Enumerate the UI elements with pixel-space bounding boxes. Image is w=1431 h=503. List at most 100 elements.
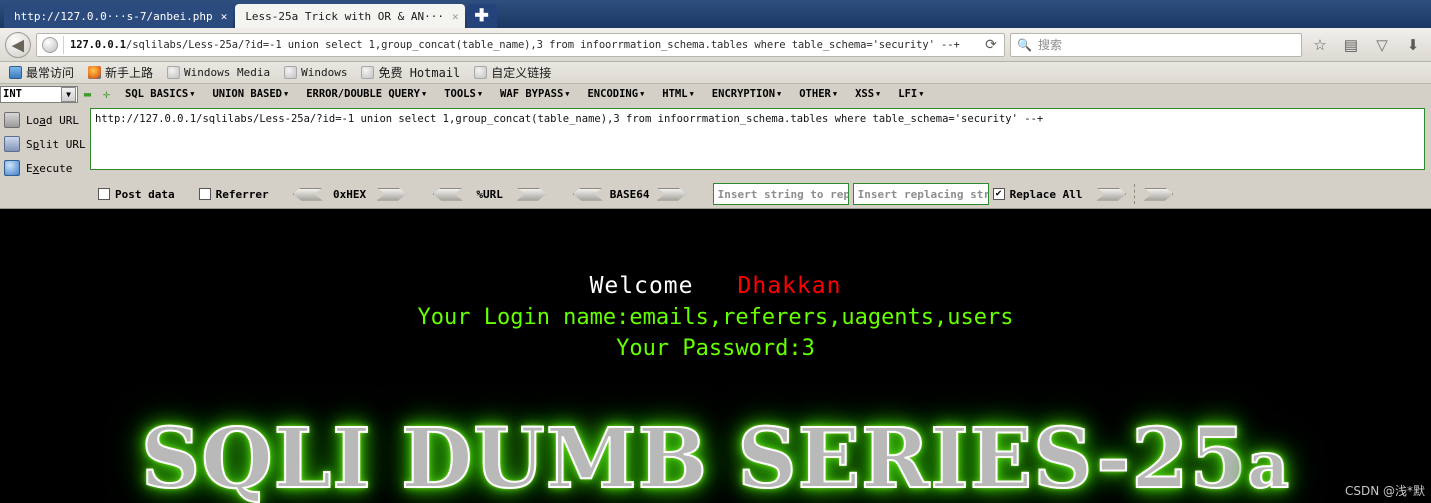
chevron-down-icon: ▼: [565, 90, 570, 98]
url-path: /sqlilabs/Less-25a/?id=-1 union select 1…: [126, 38, 960, 51]
menu-label: WAF BYPASS: [500, 88, 564, 100]
tab-close-icon[interactable]: ✕: [452, 10, 459, 23]
hackbar-menu-xss[interactable]: XSS ▼: [846, 88, 889, 100]
replace-all-checkbox-group[interactable]: ✔ Replace All: [992, 188, 1082, 201]
star-folder-icon: [9, 66, 22, 79]
encoder-base64-group: BASE64: [572, 187, 687, 201]
menu-label: ERROR/DOUBLE QUERY: [306, 88, 420, 100]
hackbar-menu-sql-basics[interactable]: SQL BASICS ▼: [116, 88, 203, 100]
hackbar-menu-other[interactable]: OTHER ▼: [790, 88, 846, 100]
post-data-checkbox-group[interactable]: Post data: [98, 188, 175, 201]
menu-label: SQL BASICS: [125, 88, 189, 100]
referrer-checkbox-group[interactable]: Referrer: [198, 187, 269, 201]
chevron-down-icon: ▼: [640, 90, 645, 98]
hackbar-menu-lfi[interactable]: LFI ▼: [889, 88, 932, 100]
chevron-down-icon: ▼: [283, 90, 289, 98]
encoder-url-group: %URL: [432, 187, 547, 201]
search-box[interactable]: 🔍 搜索: [1010, 32, 1302, 57]
menu-label: TOOLS: [444, 88, 476, 100]
decode-base64-icon[interactable]: [572, 187, 603, 201]
bookmark-label: 新手上路: [105, 66, 154, 80]
page-title: SQLI DUMB SERIES-25a: [0, 410, 1431, 503]
bookmark-item-getting-started[interactable]: 新手上路: [83, 64, 158, 81]
tab-close-icon[interactable]: ✕: [221, 10, 228, 23]
menu-label: LFI: [898, 88, 918, 100]
hackbar-url-textarea[interactable]: http://127.0.0.1/sqlilabs/Less-25a/?id=-…: [90, 108, 1425, 170]
decode-url-icon[interactable]: [432, 187, 463, 201]
menu-label: ENCRYPTION: [711, 88, 776, 100]
minus-icon[interactable]: ▬: [82, 88, 93, 100]
back-button-icon[interactable]: ◀: [5, 31, 31, 58]
chevron-down-icon: ▼: [919, 90, 924, 98]
encode-url-icon[interactable]: [516, 187, 547, 201]
hackbar-menu-waf-bypass[interactable]: WAF BYPASS ▼: [491, 88, 578, 100]
plus-icon[interactable]: ✛: [101, 88, 112, 100]
bookmark-label: 自定义链接: [491, 66, 552, 80]
reload-icon[interactable]: ⟳: [978, 36, 1004, 53]
browser-tab-1[interactable]: http://127.0.0···s-7/anbei.php ✕: [4, 4, 234, 28]
chevron-down-icon: ▼: [832, 90, 838, 98]
pocket-icon[interactable]: ▽: [1369, 36, 1395, 54]
browser-tab-2[interactable]: Less-25a Trick with OR & AN··· ✕: [235, 4, 465, 28]
hackbar-menu-encoding[interactable]: ENCODING ▼: [578, 88, 653, 100]
bookmark-item-hotmail[interactable]: 免费 Hotmail: [356, 64, 465, 81]
reader-view-icon[interactable]: ▤: [1338, 36, 1364, 54]
tab-title: Less-25a Trick with OR & AN···: [245, 9, 444, 23]
decode-hex-icon[interactable]: [292, 187, 323, 201]
tab-title: http://127.0.0···s-7/anbei.php: [14, 9, 213, 23]
chevron-down-icon: ▼: [477, 90, 483, 98]
globe-icon: [284, 66, 298, 79]
post-data-label: Post data: [115, 187, 175, 201]
bookmark-star-icon[interactable]: ☆: [1307, 36, 1333, 54]
globe-icon: [167, 66, 181, 79]
hackbar-menu-error-double-query[interactable]: ERROR/DOUBLE QUERY ▼: [297, 88, 435, 100]
post-data-checkbox[interactable]: [98, 188, 110, 200]
welcome-name: Dhakkan: [737, 273, 842, 299]
watermark: CSDN @浅*默: [1344, 484, 1425, 498]
password-result: Your Password:3: [616, 336, 815, 361]
hackbar-menu-union-based[interactable]: UNION BASED ▼: [203, 88, 297, 100]
referrer-label: Referrer: [215, 187, 269, 201]
firefox-icon: [88, 66, 102, 79]
chevron-down-icon[interactable]: ▼: [61, 86, 76, 102]
new-tab-button[interactable]: ✚: [466, 4, 497, 28]
url-bar[interactable]: 127.0.0.1/sqlilabs/Less-25a/?id=-1 union…: [36, 32, 1005, 57]
search-string-input[interactable]: Insert string to replace: [712, 183, 849, 205]
hackbar-menu-encryption[interactable]: ENCRYPTION ▼: [703, 88, 790, 100]
encode-base64-icon[interactable]: [656, 187, 687, 201]
welcome-heading: Welcome Dhakkan: [0, 273, 1431, 299]
encoder-hex-label: 0xHEX: [333, 187, 367, 201]
hackbar-panel: INT ▼ ▬ ✛ SQL BASICS ▼ UNION BASED ▼ ERROR…: [0, 84, 1431, 209]
chevron-down-icon: ▼: [422, 90, 427, 98]
bookmark-item-windows-media[interactable]: Windows Media: [162, 66, 275, 79]
bookmark-item-most-visited[interactable]: 最常访问: [4, 64, 79, 81]
referrer-checkbox[interactable]: [198, 188, 211, 200]
hackbar-type-select-value: INT: [3, 88, 22, 100]
bookmark-item-windows[interactable]: Windows: [279, 66, 352, 79]
hackbar-menu-html[interactable]: HTML ▼: [653, 88, 703, 100]
page-content: Welcome Dhakkan Your Login name:emails,re…: [0, 215, 1431, 503]
chevron-down-icon: ▼: [876, 90, 881, 98]
hackbar-type-select[interactable]: INT ▼: [0, 85, 78, 103]
site-identity-globe-icon: [42, 36, 58, 53]
download-icon[interactable]: ⬇: [1400, 36, 1426, 54]
replace-all-checkbox[interactable]: ✔: [992, 188, 1005, 200]
execute-icon: [4, 160, 20, 176]
hackbar-action-buttons: Load URL Split URL Execute: [0, 104, 90, 180]
replace-string-input[interactable]: Insert replacing string: [852, 183, 989, 205]
execute-button[interactable]: Execute: [0, 156, 90, 180]
url-text: 127.0.0.1/sqlilabs/Less-25a/?id=-1 union…: [64, 39, 978, 51]
bookmark-item-custom-links[interactable]: 自定义链接: [469, 64, 556, 81]
hackbar-menu-tools[interactable]: TOOLS ▼: [435, 88, 491, 100]
encode-hex-icon[interactable]: [376, 187, 407, 201]
bookmark-label: 免费 Hotmail: [378, 66, 461, 80]
chevron-down-icon: ▼: [777, 90, 782, 98]
extra-action-icon[interactable]: [1143, 187, 1174, 201]
split-url-icon: [4, 136, 20, 152]
split-url-button[interactable]: Split URL: [0, 132, 90, 156]
bookmarks-bar: 最常访问 新手上路 Windows Media Windows 免费 Hotma…: [0, 62, 1431, 84]
load-url-button[interactable]: Load URL: [0, 108, 90, 132]
chevron-down-icon: ▼: [689, 90, 694, 98]
replace-execute-icon[interactable]: [1096, 187, 1127, 201]
hackbar-query-area: http://127.0.0.1/sqlilabs/Less-25a/?id=-…: [90, 104, 1431, 170]
